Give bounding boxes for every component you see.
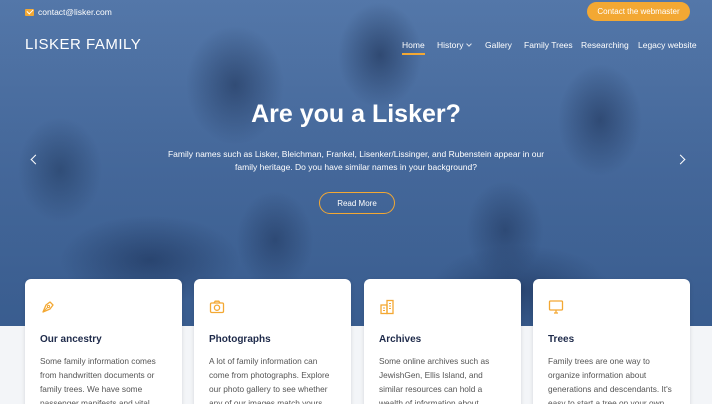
card-trees[interactable]: Trees Family trees are one way to organi… bbox=[533, 279, 690, 404]
card-photographs[interactable]: Photographs A lot of family information … bbox=[194, 279, 351, 404]
contact-email-text: contact@lisker.com bbox=[38, 7, 112, 17]
mail-icon bbox=[25, 8, 34, 16]
card-title: Archives bbox=[379, 334, 422, 345]
card-archives[interactable]: Archives Some online archives such as Je… bbox=[364, 279, 521, 404]
carousel-prev-button[interactable] bbox=[27, 150, 43, 168]
carousel-next-button[interactable] bbox=[672, 150, 688, 168]
nav-item-gallery[interactable]: Gallery bbox=[485, 40, 512, 50]
nav-item-family-trees[interactable]: Family Trees bbox=[524, 40, 573, 50]
card-our-ancestry[interactable]: Our ancestry Some family information com… bbox=[25, 279, 182, 404]
camera-icon bbox=[209, 300, 225, 314]
contact-webmaster-button[interactable]: Contact the webmaster bbox=[587, 2, 690, 21]
site-brand[interactable]: LISKER FAMILY bbox=[25, 36, 141, 53]
card-text: Some family information comes from handw… bbox=[40, 356, 156, 404]
nav-item-legacy-website[interactable]: Legacy website bbox=[638, 40, 697, 50]
card-title: Trees bbox=[548, 334, 575, 345]
card-title: Photographs bbox=[209, 334, 271, 345]
nav-item-researching[interactable]: Researching bbox=[581, 40, 629, 50]
archive-building-icon bbox=[380, 299, 394, 315]
hero-subtitle: Family names such as Lisker, Bleichman, … bbox=[167, 149, 545, 172]
nav-item-history-label: History bbox=[437, 40, 464, 50]
read-more-button[interactable]: Read More bbox=[319, 192, 395, 214]
nav-item-home[interactable]: Home bbox=[402, 40, 425, 55]
chevron-down-icon bbox=[466, 41, 473, 47]
main-navigation: LISKER FAMILY Home History Gallery Famil… bbox=[0, 26, 712, 64]
card-text: Some online archives such as JewishGen, … bbox=[379, 356, 490, 404]
monitor-icon bbox=[548, 300, 564, 314]
chevron-left-icon bbox=[30, 154, 40, 164]
card-text: Family trees are one way to organize inf… bbox=[548, 356, 672, 404]
contact-email-link[interactable]: contact@lisker.com bbox=[25, 7, 112, 17]
pen-nib-icon bbox=[42, 301, 54, 313]
top-bar: contact@lisker.com Contact the webmaster bbox=[0, 0, 712, 26]
hero-title: Are you a Lisker? bbox=[251, 100, 461, 128]
chevron-right-icon bbox=[675, 154, 685, 164]
card-title: Our ancestry bbox=[40, 334, 102, 345]
card-text: A lot of family information can come fro… bbox=[209, 356, 330, 404]
nav-item-history[interactable]: History bbox=[437, 40, 473, 50]
